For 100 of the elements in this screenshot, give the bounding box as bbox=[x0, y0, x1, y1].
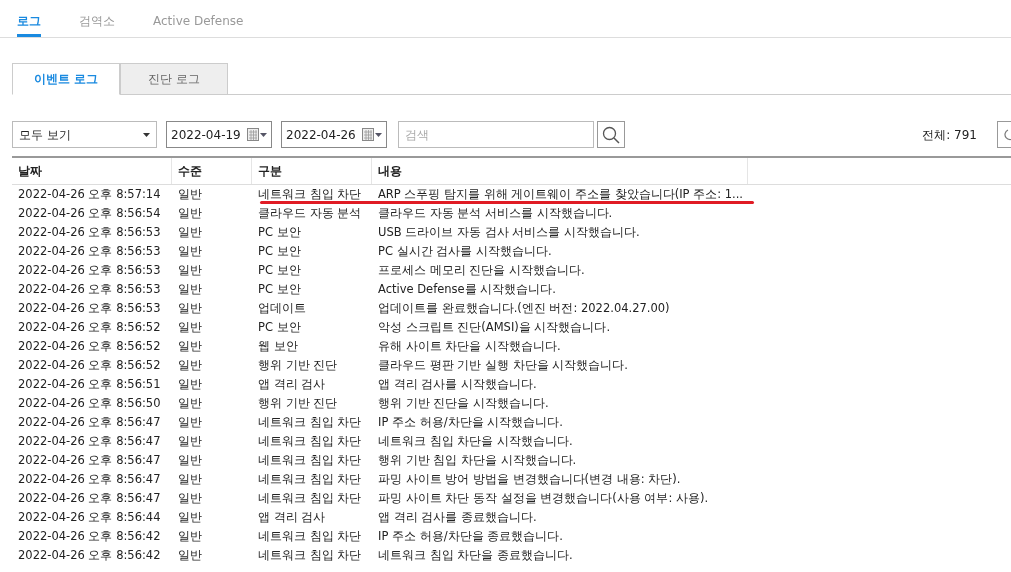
table-cell-text: 일반 bbox=[177, 319, 203, 336]
date-field[interactable]: 2022-04-26 bbox=[281, 121, 387, 148]
table-cell-text: 네트워크 침입 차단을 시작했습니다. bbox=[377, 433, 574, 450]
table-cell-text: 유해 사이트 차단을 시작했습니다. bbox=[377, 338, 562, 355]
table-cell-text: 2022-04-26 오후 8:56:53 bbox=[17, 300, 162, 317]
table-cell-text: 2022-04-26 오후 8:56:47 bbox=[17, 452, 162, 469]
table-cell-text: 일반 bbox=[177, 395, 203, 412]
table-cell-text: ARP 스푸핑 탐지를 위해 게이트웨이 주소를 찾았습니다(IP 주소: 1... bbox=[377, 186, 744, 203]
tab[interactable]: 진단 로그 bbox=[120, 63, 228, 95]
table-cell-text: 2022-04-26 오후 8:56:44 bbox=[17, 509, 162, 526]
table-cell-text: 파밍 사이트 방어 방법을 변경했습니다(변경 내용: 차단). bbox=[377, 471, 682, 488]
table-cell-text: 프로세스 메모리 진단을 시작했습니다. bbox=[377, 262, 586, 279]
table-cell-text: 일반 bbox=[177, 300, 203, 317]
calendar-icon bbox=[362, 128, 382, 141]
table-cell-text: 2022-04-26 오후 8:56:53 bbox=[17, 224, 162, 241]
table-cell-text: 앱 격리 검사를 시작했습니다. bbox=[377, 376, 538, 393]
table-cell-text: 웹 보안 bbox=[257, 338, 299, 355]
search-icon bbox=[602, 125, 620, 144]
column-header: 수준 bbox=[172, 158, 252, 184]
table-cell-text: 앱 격리 검사 bbox=[257, 376, 327, 393]
table-cell-text: PC 보안 bbox=[257, 281, 302, 298]
table-cell-text: 2022-04-26 오후 8:56:47 bbox=[17, 490, 162, 507]
table-cell-text: PC 보안 bbox=[257, 224, 302, 241]
table-cell-text: 일반 bbox=[177, 338, 203, 355]
table-cell-text: 네트워크 침입 차단 bbox=[257, 414, 363, 431]
table-cell-text: 일반 bbox=[177, 281, 203, 298]
table-cell-text: 파밍 사이트 차단 동작 설정을 변경했습니다(사용 여부: 사용). bbox=[377, 490, 710, 507]
table-cell-text: 클라우드 자동 분석 bbox=[257, 205, 363, 222]
table-cell-text: 네트워크 침입 차단 bbox=[257, 433, 363, 450]
table-cell-text: 2022-04-26 오후 8:56:47 bbox=[17, 433, 162, 450]
table-cell-text: PC 보안 bbox=[257, 262, 302, 279]
table-cell-text: 일반 bbox=[177, 547, 203, 564]
table-cell-text: PC 보안 bbox=[257, 319, 302, 336]
calendar-icon bbox=[247, 128, 267, 141]
table-cell-text: 2022-04-26 오후 8:56:53 bbox=[17, 262, 162, 279]
table-cell-text: 2022-04-26 오후 8:57:14 bbox=[17, 186, 162, 203]
table-cell-text: 2022-04-26 오후 8:56:42 bbox=[17, 528, 162, 545]
table-cell-text: 일반 bbox=[177, 376, 203, 393]
search-field[interactable]: 검색 bbox=[398, 121, 594, 148]
table-cell-text: 2022-04-26 오후 8:56:52 bbox=[17, 319, 162, 336]
table-cell-text: 일반 bbox=[177, 509, 203, 526]
filter-dropdown[interactable]: 모두 보기 bbox=[12, 121, 157, 148]
date-field[interactable]: 2022-04-19 bbox=[166, 121, 272, 148]
table-cell-text: 일반 bbox=[177, 224, 203, 241]
table-cell-text: 행위 기반 진단 bbox=[257, 357, 339, 374]
column-header: 구분 bbox=[252, 158, 372, 184]
table-cell-text: 네트워크 침입 차단 bbox=[257, 452, 363, 469]
table-cell-text: IP 주소 허용/차단을 시작했습니다. bbox=[377, 414, 564, 431]
table-cell-text: 2022-04-26 오후 8:56:51 bbox=[17, 376, 162, 393]
table-cell-text: 일반 bbox=[177, 433, 203, 450]
table-cell-text: 클라우드 자동 분석 서비스를 시작했습니다. bbox=[377, 205, 614, 222]
table-cell-text: 네트워크 침입 차단 bbox=[257, 490, 363, 507]
table-cell-text: 네트워크 침입 차단 bbox=[257, 547, 363, 564]
table-cell-text: 앱 격리 검사 bbox=[257, 509, 327, 526]
table-cell-text: 일반 bbox=[177, 414, 203, 431]
table-cell-text: IP 주소 허용/차단을 종료했습니다. bbox=[377, 528, 564, 545]
table-cell-text: USB 드라이브 자동 검사 서비스를 시작했습니다. bbox=[377, 224, 641, 241]
column-header: 내용 bbox=[372, 158, 748, 184]
table-cell-text: 네트워크 침입 차단을 종료했습니다. bbox=[377, 547, 574, 564]
table-cell-text: 일반 bbox=[177, 357, 203, 374]
search-button[interactable] bbox=[597, 121, 625, 148]
table-cell-text: 2022-04-26 오후 8:56:53 bbox=[17, 243, 162, 260]
tab[interactable]: Active Defense bbox=[153, 0, 244, 37]
table-cell-text: 일반 bbox=[177, 243, 203, 260]
table-cell-text: 악성 스크립트 진단(AMSI)을 시작했습니다. bbox=[377, 319, 612, 336]
table-cell-text: 네트워크 침입 차단 bbox=[257, 471, 363, 488]
column-header: 날짜 bbox=[12, 158, 172, 184]
tab[interactable]: 검역소 bbox=[79, 0, 115, 37]
table-cell-text: 업데이트를 완료했습니다.(엔진 버전: 2022.04.27.00) bbox=[377, 300, 671, 317]
table-cell-text: 2022-04-26 오후 8:56:42 bbox=[17, 547, 162, 564]
table-cell-text: 2022-04-26 오후 8:56:50 bbox=[17, 395, 162, 412]
table-cell-text: PC 실시간 검사를 시작했습니다. bbox=[377, 243, 553, 260]
table-cell-text: Active Defense를 시작했습니다. bbox=[377, 281, 557, 298]
table-cell-text: 업데이트 bbox=[257, 300, 307, 317]
table-cell-text: 2022-04-26 오후 8:56:47 bbox=[17, 471, 162, 488]
table-cell-text: 일반 bbox=[177, 205, 203, 222]
table-cell-text: 네트워크 침입 차단 bbox=[257, 528, 363, 545]
table-cell-text: 2022-04-26 오후 8:56:52 bbox=[17, 338, 162, 355]
table-cell-text: 2022-04-26 오후 8:56:54 bbox=[17, 205, 162, 222]
tab[interactable]: 로그 bbox=[17, 0, 41, 37]
caret-icon bbox=[143, 132, 150, 137]
table-cell-text: 행위 기반 진단을 시작했습니다. bbox=[377, 395, 550, 412]
table-cell-text: 행위 기반 진단 bbox=[257, 395, 339, 412]
table-cell-text: 앱 격리 검사를 종료했습니다. bbox=[377, 509, 538, 526]
table-cell-text: 네트워크 침입 차단 bbox=[257, 186, 363, 203]
table-cell-text: 2022-04-26 오후 8:56:52 bbox=[17, 357, 162, 374]
table-cell-text: 일반 bbox=[177, 471, 203, 488]
table-cell-text: 2022-04-26 오후 8:56:47 bbox=[17, 414, 162, 431]
table-cell-text: 클라우드 평판 기반 실행 차단을 시작했습니다. bbox=[377, 357, 629, 374]
tab[interactable]: 이벤트 로그 bbox=[12, 63, 120, 95]
table-cell-text: 2022-04-26 오후 8:56:53 bbox=[17, 281, 162, 298]
table-cell-text: PC 보안 bbox=[257, 243, 302, 260]
table-cell-text: 일반 bbox=[177, 528, 203, 545]
total-count: 전체: 791 bbox=[922, 126, 977, 144]
table-cell-text: 일반 bbox=[177, 186, 203, 203]
table-cell-text: 행위 기반 침입 차단을 시작했습니다. bbox=[377, 452, 578, 469]
table-cell-text: 일반 bbox=[177, 490, 203, 507]
table-cell-text: 일반 bbox=[177, 262, 203, 279]
table-cell-text: 일반 bbox=[177, 452, 203, 469]
refresh-button[interactable] bbox=[997, 121, 1011, 148]
